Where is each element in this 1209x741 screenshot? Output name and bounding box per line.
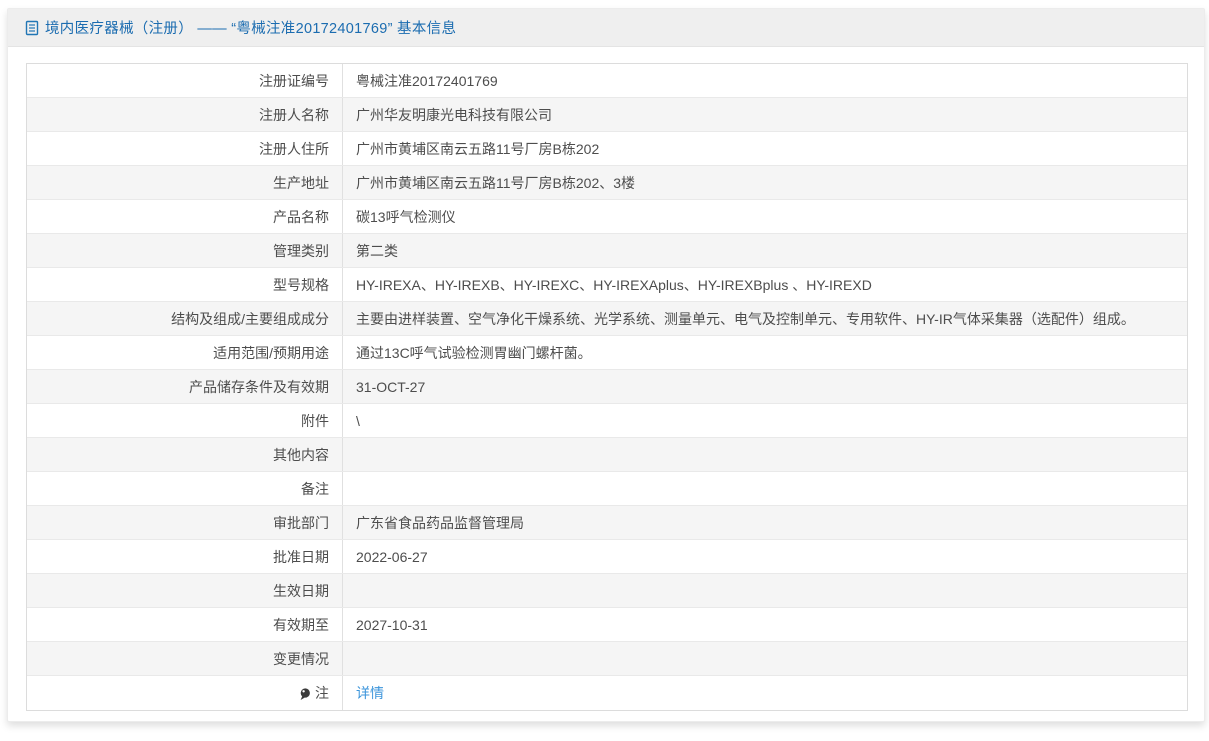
table-row: 注 详情: [27, 676, 1187, 710]
row-value: \: [356, 412, 360, 429]
row-label-text: 产品储存条件及有效期: [189, 378, 329, 395]
row-label: 适用范围/预期用途: [27, 336, 343, 369]
row-value: 第二类: [356, 242, 398, 259]
row-label: 其他内容: [27, 438, 343, 471]
row-label-text: 型号规格: [273, 276, 329, 293]
row-label-text: 管理类别: [273, 242, 329, 259]
row-value: 广州市黄埔区南云五路11号厂房B栋202: [356, 140, 600, 157]
row-label-text: 注册证编号: [259, 72, 329, 89]
row-label: 附件: [27, 404, 343, 437]
row-label-text: 结构及组成/主要组成成分: [171, 310, 329, 327]
row-label-text: 附件: [301, 412, 329, 429]
page-title: 境内医疗器械（注册） —— “粤械注准20172401769” 基本信息: [45, 21, 457, 37]
table-row: 注册人名称 广州华友明康光电科技有限公司: [27, 98, 1187, 132]
note-balloon-icon: [299, 687, 311, 701]
row-label-text: 生产地址: [273, 174, 329, 191]
row-value: [343, 438, 1187, 471]
row-value: 广东省食品药品监督管理局: [356, 514, 524, 531]
row-value: 2022-06-27: [356, 548, 428, 565]
row-label-text: 生效日期: [273, 582, 329, 599]
table-row: 注册人住所 广州市黄埔区南云五路11号厂房B栋202: [27, 132, 1187, 166]
table-row: 结构及组成/主要组成成分 主要由进样装置、空气净化干燥系统、光学系统、测量单元、电…: [27, 302, 1187, 336]
title-bar: 境内医疗器械（注册） —— “粤械注准20172401769” 基本信息: [8, 9, 1204, 47]
row-label: 注: [27, 676, 343, 710]
row-label: 注册证编号: [27, 64, 343, 97]
table-row: 生产地址 广州市黄埔区南云五路11号厂房B栋202、3楼: [27, 166, 1187, 200]
row-value: HY-IREXA、HY-IREXB、HY-IREXC、HY-IREXAplus、…: [356, 276, 872, 293]
row-value: 广州华友明康光电科技有限公司: [356, 106, 552, 123]
table-row: 适用范围/预期用途 通过13C呼气试验检测胃幽门螺杆菌。: [27, 336, 1187, 370]
detail-link[interactable]: 详情: [356, 683, 384, 703]
row-label-text: 变更情况: [273, 650, 329, 667]
row-label: 备注: [27, 472, 343, 505]
table-row: 管理类别 第二类: [27, 234, 1187, 268]
row-value: 通过13C呼气试验检测胃幽门螺杆菌。: [356, 344, 592, 361]
row-label-text: 产品名称: [273, 208, 329, 225]
row-value: 31-OCT-27: [356, 378, 426, 395]
row-label: 管理类别: [27, 234, 343, 267]
row-label: 注册人名称: [27, 98, 343, 131]
table-row: 变更情况: [27, 642, 1187, 676]
row-value: [343, 642, 1187, 675]
row-value: [343, 574, 1187, 607]
row-value: 碳13呼气检测仪: [356, 208, 456, 225]
row-label: 有效期至: [27, 608, 343, 641]
table-row: 备注: [27, 472, 1187, 506]
row-label-text: 适用范围/预期用途: [213, 344, 329, 361]
row-label-text: 注: [315, 685, 329, 701]
row-label-text: 注册人名称: [259, 106, 329, 123]
table-row: 有效期至 2027-10-31: [27, 608, 1187, 642]
row-label: 审批部门: [27, 506, 343, 539]
document-icon: [25, 20, 39, 36]
row-value: [343, 472, 1187, 505]
row-label: 生产地址: [27, 166, 343, 199]
row-label: 变更情况: [27, 642, 343, 675]
table-row: 生效日期: [27, 574, 1187, 608]
row-label: 产品名称: [27, 200, 343, 233]
row-label-text: 注册人住所: [259, 140, 329, 157]
table-row: 型号规格 HY-IREXA、HY-IREXB、HY-IREXC、HY-IREXAp…: [27, 268, 1187, 302]
row-label-text: 其他内容: [273, 446, 329, 463]
row-value: 粤械注准20172401769: [356, 72, 498, 89]
row-value: 广州市黄埔区南云五路11号厂房B栋202、3楼: [356, 174, 636, 191]
table-row: 产品名称 碳13呼气检测仪: [27, 200, 1187, 234]
info-table: 注册证编号 粤械注准20172401769 注册人名称 广州华友明康光电科技有限公司注…: [26, 63, 1188, 711]
row-label: 结构及组成/主要组成成分: [27, 302, 343, 335]
info-card: 境内医疗器械（注册） —— “粤械注准20172401769” 基本信息 注册证…: [7, 8, 1205, 722]
table-row: 批准日期 2022-06-27: [27, 540, 1187, 574]
row-label: 产品储存条件及有效期: [27, 370, 343, 403]
table-row: 审批部门 广东省食品药品监督管理局: [27, 506, 1187, 540]
row-label: 型号规格: [27, 268, 343, 301]
row-value: 2027-10-31: [356, 616, 428, 633]
row-label: 生效日期: [27, 574, 343, 607]
row-label-text: 审批部门: [273, 514, 329, 531]
row-label: 批准日期: [27, 540, 343, 573]
row-label: 注册人住所: [27, 132, 343, 165]
table-row: 附件 \: [27, 404, 1187, 438]
table-row: 其他内容: [27, 438, 1187, 472]
table-row: 注册证编号 粤械注准20172401769: [27, 64, 1187, 98]
table-row: 产品储存条件及有效期 31-OCT-27: [27, 370, 1187, 404]
row-value: 详情: [343, 676, 1187, 710]
row-value: 主要由进样装置、空气净化干燥系统、光学系统、测量单元、电气及控制单元、专用软件、…: [356, 310, 1135, 327]
row-label-text: 有效期至: [273, 616, 329, 633]
row-label-text: 批准日期: [273, 548, 329, 565]
row-label-text: 备注: [301, 480, 329, 497]
